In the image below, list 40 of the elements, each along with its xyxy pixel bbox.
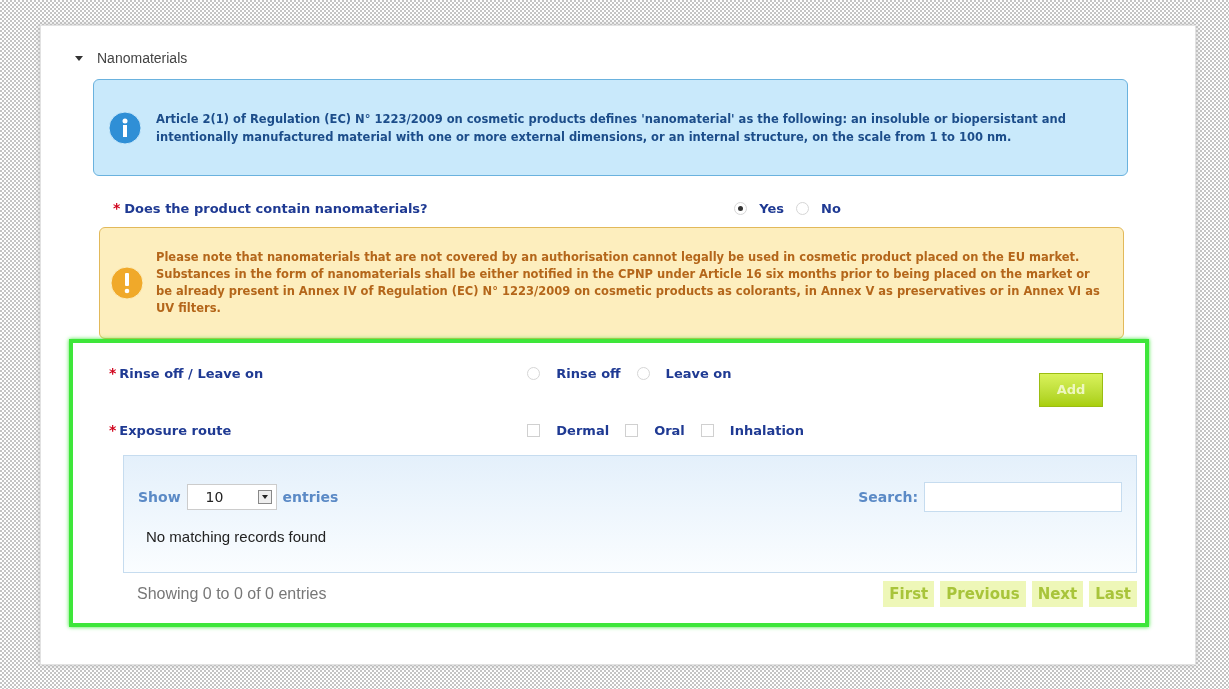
checkbox[interactable] xyxy=(625,424,639,437)
add-button[interactable]: Add xyxy=(1039,373,1103,407)
radio-button[interactable] xyxy=(636,367,650,380)
field-label: Exposure route xyxy=(119,421,233,440)
pagination-button[interactable]: Previous xyxy=(940,581,1026,607)
warning-icon xyxy=(110,266,144,300)
pagination-button[interactable]: First xyxy=(883,581,935,607)
required-mark: * xyxy=(109,421,117,440)
option-label: Leave on xyxy=(665,364,732,383)
option-label: Rinse off xyxy=(556,364,621,383)
caret-icon[interactable] xyxy=(75,55,83,62)
empty-message: No matching records found xyxy=(146,527,328,547)
table-info: Showing 0 to 0 of 0 entries xyxy=(137,584,327,604)
pagination-button[interactable]: Next xyxy=(1031,581,1084,607)
required-mark: * xyxy=(113,199,121,218)
info-text: Article 2(1) of Regulation (EC) N° 1223/2009 on cosmetic products defines 'nanomaterial' as the following: an insoluble or biopersistant and intentionally manufactured material with one or more external dimensions, or an internal structure, on the scale from 1 to 100 nm. xyxy=(156,110,1068,146)
radio-button[interactable] xyxy=(734,202,748,215)
radio-button[interactable] xyxy=(527,367,541,380)
option-label: No xyxy=(821,199,841,218)
checkbox[interactable] xyxy=(700,424,714,437)
entries-label: entries xyxy=(282,487,339,507)
required-mark: * xyxy=(109,364,117,383)
section-title[interactable]: Nanomaterials xyxy=(97,48,188,69)
option-label: Inhalation xyxy=(729,421,805,440)
search-label: Search: xyxy=(858,487,918,507)
question-label: Does the product contain nanomaterials? xyxy=(124,199,429,218)
info-icon xyxy=(108,110,142,145)
option-label: Yes xyxy=(759,199,785,218)
search-field[interactable] xyxy=(924,482,1122,512)
radio-button[interactable] xyxy=(796,202,810,215)
warning-text: Please note that nanomaterials that are not covered by an authorisation cannot legally be used in cosmetic product placed on the EU market. xyxy=(156,249,1081,266)
option-label: Oral xyxy=(654,421,685,440)
pagination-button[interactable]: Last xyxy=(1089,581,1137,607)
page-size-select[interactable]: 10 xyxy=(186,484,277,510)
checkbox[interactable] xyxy=(527,424,541,437)
field-label: Rinse off / Leave on xyxy=(119,364,265,383)
warning-text: Substances in the form of nanomaterials shall be either notified in the CPNP under Article 16 six months prior to being placed on the market or be already present in Annex IV of Regulation (EC) N° 1223/2009 on cosmetic products as colorants, in Annex V as preservatives or in Annex VI as UV filters. xyxy=(156,266,1101,317)
dropdown-icon xyxy=(257,490,272,504)
option-label: Dermal xyxy=(556,421,610,440)
show-label: Show xyxy=(138,487,181,507)
